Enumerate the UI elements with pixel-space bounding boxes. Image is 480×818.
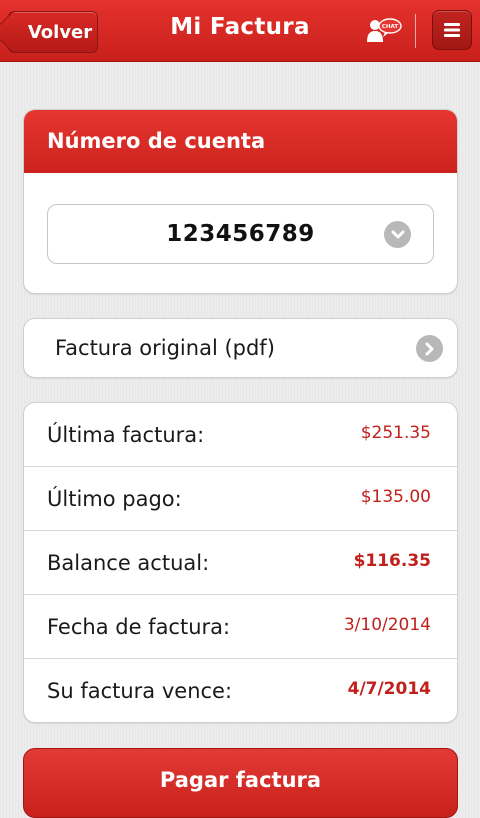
chevron-down-icon xyxy=(384,221,411,248)
pay-invoice-button[interactable]: Pagar factura xyxy=(23,748,458,818)
app-header: Volver Mi Factura CHAT xyxy=(0,0,480,62)
account-number: 123456789 xyxy=(166,221,315,247)
summary-row-current-balance: Balance actual: $116.35 xyxy=(24,531,457,595)
account-heading: Número de cuenta xyxy=(24,110,457,173)
chat-icon[interactable]: CHAT xyxy=(366,16,402,46)
account-select[interactable]: 123456789 xyxy=(47,204,434,264)
invoice-summary: Última factura: $251.35 Último pago: $13… xyxy=(23,402,458,723)
back-button-label: Volver xyxy=(27,21,93,43)
summary-value: 4/7/2014 xyxy=(347,679,431,699)
summary-value: $116.35 xyxy=(353,551,431,571)
summary-label: Balance actual: xyxy=(47,551,210,575)
summary-label: Fecha de factura: xyxy=(47,615,231,639)
summary-row-due-date: Su factura vence: 4/7/2014 xyxy=(24,659,457,722)
chat-icon-text: CHAT xyxy=(382,24,399,30)
header-divider xyxy=(415,14,416,48)
hamburger-icon xyxy=(444,23,460,37)
chevron-right-icon xyxy=(416,335,443,362)
summary-label: Último pago: xyxy=(47,487,182,511)
summary-label: Su factura vence: xyxy=(47,679,233,703)
summary-row-invoice-date: Fecha de factura: 3/10/2014 xyxy=(24,595,457,659)
account-card: Número de cuenta 123456789 xyxy=(23,109,458,294)
summary-label: Última factura: xyxy=(47,423,205,447)
pdf-invoice-label: Factura original (pdf) xyxy=(55,336,275,360)
summary-value: $251.35 xyxy=(360,423,431,443)
summary-row-last-invoice: Última factura: $251.35 xyxy=(24,403,457,467)
summary-row-last-payment: Último pago: $135.00 xyxy=(24,467,457,531)
pdf-invoice-link[interactable]: Factura original (pdf) xyxy=(23,318,458,378)
summary-value: $135.00 xyxy=(360,487,431,507)
summary-value: 3/10/2014 xyxy=(343,615,431,635)
menu-button[interactable] xyxy=(432,10,472,50)
